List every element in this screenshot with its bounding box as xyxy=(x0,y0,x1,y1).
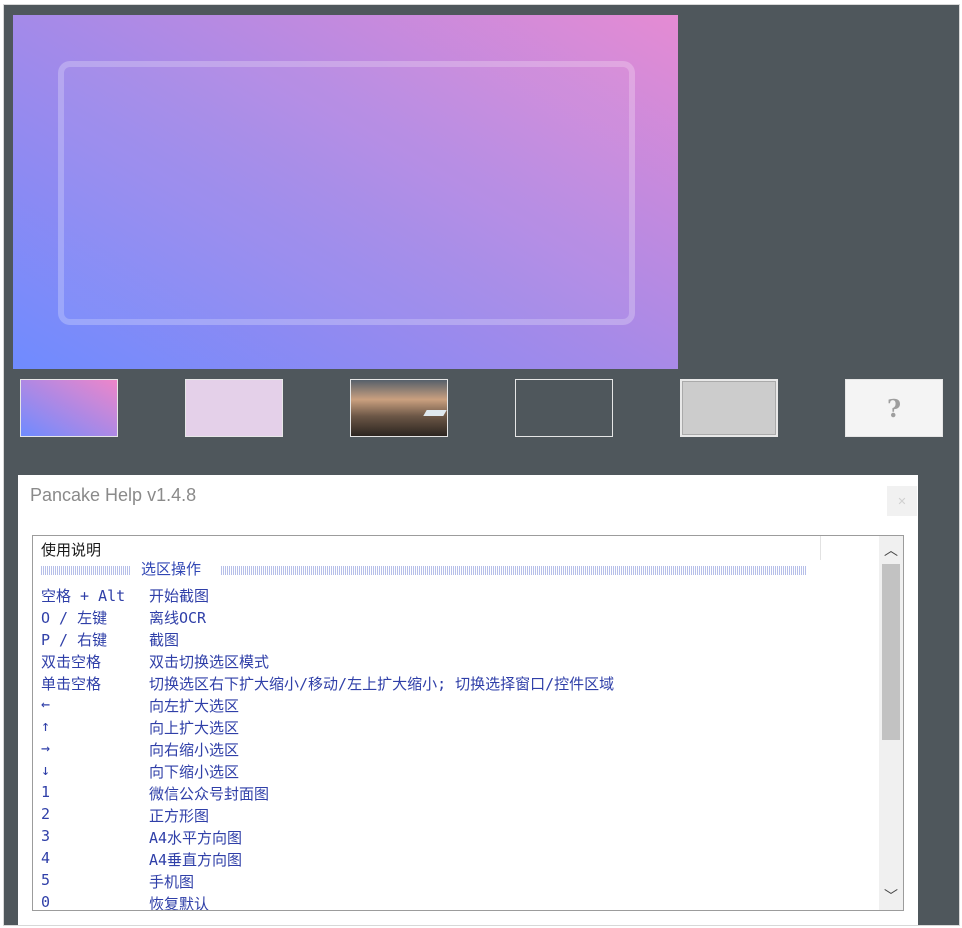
help-textbox[interactable]: 使用说明 选区操作 空格 + Alt 开始截图 O / 左键 离线OCR P / 右键 截… xyxy=(32,535,904,911)
help-key: 1 xyxy=(41,783,51,801)
dialog-title: Pancake Help v1.4.8 xyxy=(30,485,197,505)
scrollbar-thumb[interactable] xyxy=(882,564,900,740)
gradient-thumbnail[interactable] xyxy=(20,379,118,437)
help-key: → xyxy=(41,739,51,757)
help-description: 截图 xyxy=(149,631,180,649)
help-description: 向下缩小选区 xyxy=(149,763,240,781)
help-key: 单击空格 xyxy=(41,675,102,693)
help-key: ↑ xyxy=(41,717,51,735)
vertical-scrollbar[interactable]: ︿ ﹀ xyxy=(879,536,903,910)
lavender-thumbnail[interactable] xyxy=(185,379,283,437)
help-key: 双击空格 xyxy=(41,653,102,671)
header-divider xyxy=(820,536,821,560)
chevron-up-icon[interactable]: ︿ xyxy=(879,538,903,562)
help-description: 恢复默认 xyxy=(149,895,210,911)
help-dialog: Pancake Help v1.4.8 ✕ 使用说明 选区操作 空格 + Alt… xyxy=(18,475,918,925)
section-rule-left xyxy=(41,566,131,575)
chevron-down-icon[interactable]: ﹀ xyxy=(879,884,903,908)
dark-thumbnail[interactable] xyxy=(515,379,613,437)
help-key: 5 xyxy=(41,871,51,889)
help-description: 向上扩大选区 xyxy=(149,719,240,737)
background-preview xyxy=(13,15,678,369)
help-description: 向左扩大选区 xyxy=(149,697,240,715)
help-key: 3 xyxy=(41,827,51,845)
help-icon: ? xyxy=(886,393,902,423)
selection-frame-preview xyxy=(58,61,635,325)
help-key: O / 左键 xyxy=(41,609,108,627)
help-key: 4 xyxy=(41,849,51,867)
help-key: 2 xyxy=(41,805,51,823)
help-thumbnail[interactable]: ? xyxy=(845,379,943,437)
gray-thumbnail[interactable] xyxy=(680,379,778,437)
section-header: 选区操作 xyxy=(41,560,807,578)
help-key: ↓ xyxy=(41,761,51,779)
help-header: 使用说明 xyxy=(41,541,102,559)
help-description: 双击切换选区模式 xyxy=(149,653,270,671)
water-reflection xyxy=(423,410,447,416)
help-description: 正方形图 xyxy=(149,807,210,825)
help-description: 离线OCR xyxy=(149,609,207,627)
help-description: A4水平方向图 xyxy=(149,829,243,847)
help-key: 空格 + Alt xyxy=(41,587,126,605)
help-description: A4垂直方向图 xyxy=(149,851,243,869)
help-description: 切换选区右下扩大缩小/移动/左上扩大缩小; 切换选择窗口/控件区域 xyxy=(149,675,615,693)
landscape-photo-thumbnail[interactable] xyxy=(350,379,448,437)
help-description: 微信公众号封面图 xyxy=(149,785,270,803)
help-description: 手机图 xyxy=(149,873,195,891)
app-window: ? Pancake Help v1.4.8 ✕ 使用说明 选区操作 空格 + A… xyxy=(3,4,960,926)
help-key: P / 右键 xyxy=(41,631,108,649)
close-button[interactable]: ✕ xyxy=(887,486,917,516)
help-description: 向右缩小选区 xyxy=(149,741,240,759)
help-key: ← xyxy=(41,695,51,713)
help-key: 0 xyxy=(41,893,51,911)
section-title: 选区操作 xyxy=(141,560,202,578)
close-icon: ✕ xyxy=(897,494,907,508)
help-description: 开始截图 xyxy=(149,587,210,605)
section-rule-right xyxy=(221,566,807,575)
